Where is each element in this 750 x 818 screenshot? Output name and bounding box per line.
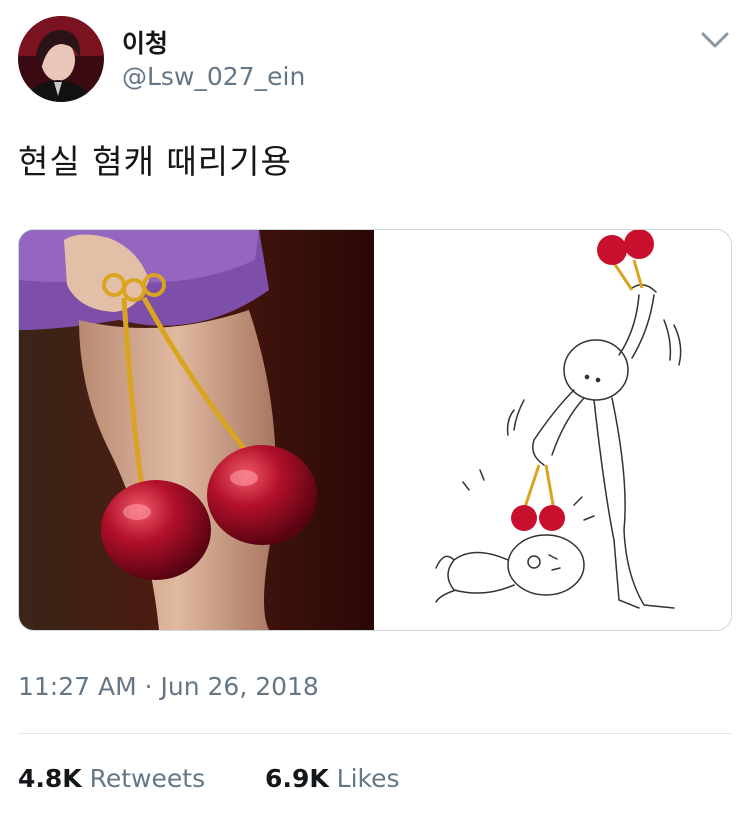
retweets-label: Retweets: [89, 764, 206, 793]
retweets-count: 4.8K: [18, 764, 82, 793]
likes-label: Likes: [336, 764, 400, 793]
likes-count: 6.9K: [265, 764, 329, 793]
tweet-stats: 4.8K Retweets 6.9K Likes: [18, 764, 400, 793]
user-handle[interactable]: @Lsw_027_ein: [122, 62, 305, 91]
cherry-bag-photo[interactable]: [19, 230, 374, 630]
avatar[interactable]: [18, 16, 104, 102]
display-name[interactable]: 이청: [122, 24, 168, 60]
cartoon-drawing-image[interactable]: [374, 230, 731, 630]
divider: [18, 733, 732, 734]
chevron-down-icon: [701, 32, 729, 48]
likes-stat[interactable]: 6.9K Likes: [265, 764, 400, 793]
tweet-media[interactable]: [18, 229, 732, 631]
retweets-stat[interactable]: 4.8K Retweets: [18, 764, 205, 793]
avatar-image: [18, 16, 104, 102]
tweet-text: 현실 혐캐 때리기용: [18, 142, 292, 181]
tweet-menu-button[interactable]: [698, 28, 732, 52]
tweet-timestamp[interactable]: 11:27 AM · Jun 26, 2018: [18, 672, 319, 701]
